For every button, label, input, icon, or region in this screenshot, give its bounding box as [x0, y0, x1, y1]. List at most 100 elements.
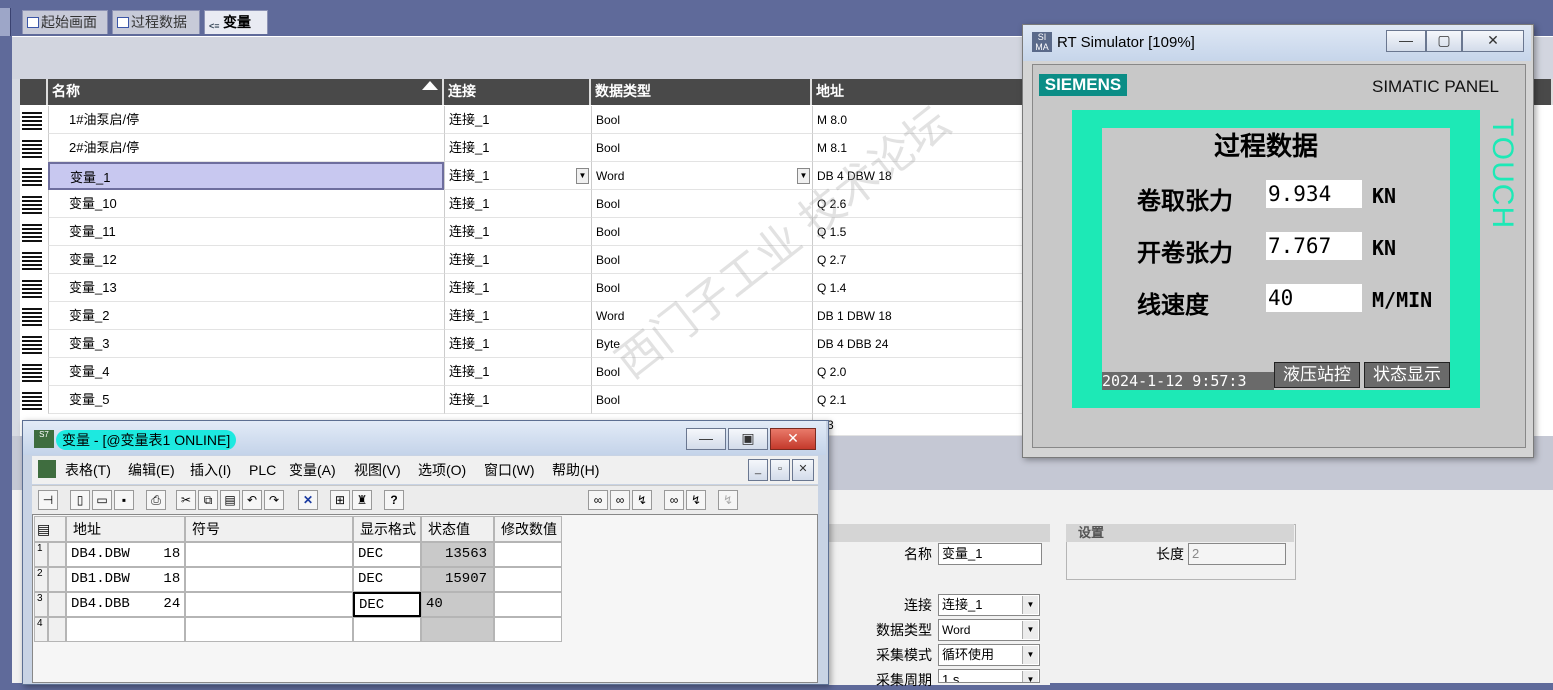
cell-name[interactable]: 变量_5 [48, 386, 444, 414]
tab-variables[interactable]: <≡ 变量 [204, 10, 268, 34]
cell-address[interactable]: M 8.0 [812, 106, 1032, 134]
chevron-down-icon[interactable]: ▼ [797, 168, 810, 184]
cell-datatype[interactable]: Bool [591, 106, 812, 134]
row-selector-icon[interactable] [20, 137, 44, 159]
pin-icon[interactable]: ⊣ [38, 490, 58, 510]
column-header-datatype[interactable]: 数据类型 [591, 79, 812, 105]
cell-modify[interactable] [494, 567, 562, 592]
cell-name[interactable]: 变量_1 [48, 162, 444, 190]
cell-format[interactable] [353, 617, 421, 642]
cell-address[interactable]: DB4.DBW 18 [66, 542, 185, 567]
row-selector-icon[interactable] [20, 165, 44, 187]
length-field[interactable]: 2 [1188, 543, 1286, 565]
cell-address[interactable]: Q 1.5 [812, 218, 1032, 246]
cell-address[interactable]: Q 2.6 [812, 190, 1032, 218]
cell-datatype[interactable]: Bool [591, 218, 812, 246]
row-selector-icon[interactable] [20, 277, 44, 299]
cell-status[interactable] [421, 617, 494, 642]
row-selector-icon[interactable] [20, 193, 44, 215]
cell-datatype[interactable]: Bool [591, 246, 812, 274]
modify-variable-icon[interactable]: ↯ [632, 490, 652, 510]
activate-modify-icon[interactable]: ↯ [686, 490, 706, 510]
cell-address[interactable]: Q 2.1 [812, 386, 1032, 414]
glasses-icon[interactable]: ∞ [588, 490, 608, 510]
column-header-status[interactable]: 状态值 [421, 516, 494, 542]
cell-name[interactable]: 1#油泵启/停 [48, 106, 444, 134]
menu-variable[interactable]: 变量(A) [289, 456, 336, 484]
cell-format[interactable]: DEC [353, 542, 421, 567]
line-speed-value[interactable]: 40 [1266, 284, 1362, 312]
var-minimize-button[interactable]: — [686, 428, 726, 450]
cell-datatype[interactable]: Bool [591, 134, 812, 162]
copy-icon[interactable]: ⧉ [198, 490, 218, 510]
cell-address[interactable]: DB4.DBB 24 [66, 592, 185, 617]
force-icon[interactable]: ↯ [718, 490, 738, 510]
cell-address[interactable]: 1.3 [812, 414, 1032, 436]
column-header-symbol[interactable]: 符号 [185, 516, 353, 542]
status-display-button[interactable]: 状态显示 [1364, 362, 1450, 388]
cell-address[interactable]: Q 1.4 [812, 274, 1032, 302]
menu-view[interactable]: 视图(V) [354, 456, 401, 484]
cell-symbol[interactable] [185, 567, 353, 592]
row-selector-icon[interactable] [20, 249, 44, 271]
delete-icon[interactable]: ✕ [298, 490, 318, 510]
menu-table[interactable]: 表格(T) [65, 456, 111, 484]
row-selector-icon[interactable] [20, 221, 44, 243]
cell-datatype[interactable]: Word [591, 302, 812, 330]
cell-symbol[interactable] [185, 542, 353, 567]
cell-connection[interactable]: 连接_1 [444, 218, 591, 246]
row-selector-icon[interactable] [20, 389, 44, 411]
cell-connection[interactable]: 连接_1 [444, 274, 591, 302]
rewind-tension-value[interactable]: 9.934 [1266, 180, 1362, 208]
help-icon[interactable]: ? [384, 490, 404, 510]
row-selector-icon[interactable] [20, 109, 44, 131]
monitor-icon[interactable]: ♜ [352, 490, 372, 510]
cell-address[interactable]: Q 2.7 [812, 246, 1032, 274]
close-button[interactable]: ✕ [1462, 30, 1524, 52]
chevron-down-icon[interactable]: ▼ [576, 168, 589, 184]
doc-minimize-button[interactable]: _ [748, 459, 768, 481]
cell-status[interactable]: 13563 [421, 542, 494, 567]
cell-connection[interactable]: 连接_1 [444, 106, 591, 134]
cell-address[interactable]: DB 1 DBW 18 [812, 302, 1032, 330]
cell-address[interactable]: DB 4 DBW 18 [812, 162, 1032, 190]
menu-options[interactable]: 选项(O) [418, 456, 466, 484]
cell-name[interactable]: 变量_2 [48, 302, 444, 330]
network-icon[interactable]: ⊞ [330, 490, 350, 510]
cell-connection[interactable]: 连接_1 [444, 386, 591, 414]
column-header-modify[interactable]: 修改数值 [494, 516, 562, 542]
cell-connection[interactable]: 连接_1 [444, 330, 591, 358]
cell-name[interactable]: 变量_3 [48, 330, 444, 358]
left-edge-tab[interactable] [0, 8, 11, 36]
tab-start-screen[interactable]: 起始画面 [22, 10, 108, 34]
cell-datatype[interactable]: Word ▼ [591, 162, 812, 190]
cell-address[interactable]: M 8.1 [812, 134, 1032, 162]
save-icon[interactable]: ▪ [114, 490, 134, 510]
cell-name[interactable]: 2#油泵启/停 [48, 134, 444, 162]
cell-datatype[interactable]: Bool [591, 386, 812, 414]
cell-name[interactable]: 变量_10 [48, 190, 444, 218]
var-maximize-button[interactable]: ▣ [728, 428, 768, 450]
cell-datatype[interactable]: Bool [591, 358, 812, 386]
cell-modify[interactable] [494, 592, 562, 617]
var-close-button[interactable]: ✕ [770, 428, 816, 450]
cell-connection[interactable]: 连接_1 [444, 302, 591, 330]
cut-icon[interactable]: ✂ [176, 490, 196, 510]
row-selector-icon[interactable] [20, 305, 44, 327]
cell-datatype[interactable]: Bool [591, 274, 812, 302]
cell-address[interactable]: Q 2.0 [812, 358, 1032, 386]
cell-name[interactable]: 变量_12 [48, 246, 444, 274]
row-selector-icon[interactable] [20, 333, 44, 355]
column-header-connection[interactable]: 连接 [444, 79, 591, 105]
maximize-button[interactable]: ▢ [1426, 30, 1462, 52]
open-icon[interactable]: ▭ [92, 490, 112, 510]
hydraulic-station-button[interactable]: 液压站控 [1274, 362, 1360, 388]
menu-help[interactable]: 帮助(H) [552, 456, 599, 484]
datatype-select[interactable]: Word ▼ [938, 619, 1040, 641]
menu-window[interactable]: 窗口(W) [484, 456, 535, 484]
menu-plc[interactable]: PLC [249, 456, 276, 484]
cell-datatype[interactable]: Bool [591, 190, 812, 218]
cell-symbol[interactable] [185, 617, 353, 642]
cell-connection[interactable]: 连接_1 [444, 246, 591, 274]
paste-icon[interactable]: ▤ [220, 490, 240, 510]
